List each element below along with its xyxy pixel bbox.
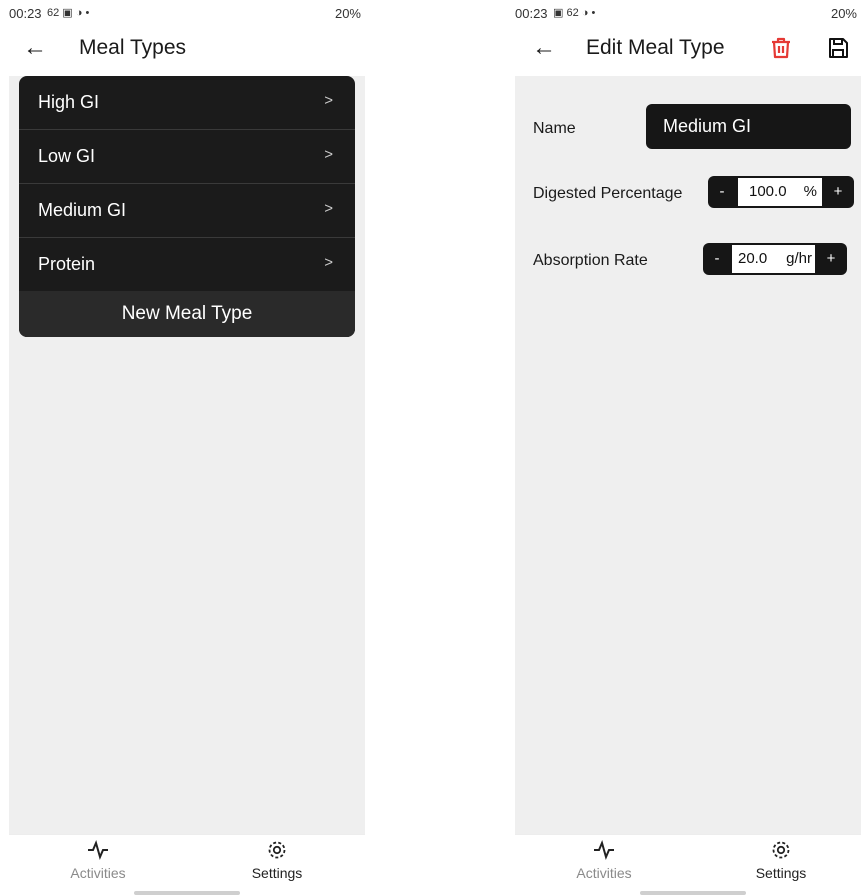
app-bar: ← Edit Meal Type — [515, 26, 861, 72]
gear-icon — [721, 839, 841, 863]
bottom-navigation: Activities Settings — [9, 834, 365, 895]
nav-activities[interactable]: Activities — [38, 835, 158, 881]
absorption-rate-value: 20.0 — [738, 250, 768, 267]
digested-increment-button[interactable]: + — [824, 176, 852, 208]
nav-settings[interactable]: Settings — [721, 835, 841, 881]
activity-pulse-icon — [544, 839, 664, 863]
absorption-rate-unit: g/hr — [786, 250, 812, 267]
back-arrow-icon[interactable]: ← — [23, 34, 47, 62]
save-floppy-icon[interactable] — [826, 36, 850, 65]
digested-decrement-button[interactable]: - — [708, 176, 736, 208]
nav-activities[interactable]: Activities — [544, 835, 664, 881]
absorption-rate-label: Absorption Rate — [533, 252, 648, 269]
list-item-protein[interactable]: Protein > — [19, 238, 355, 291]
digested-percentage-stepper: - 100.0 % + — [708, 176, 854, 208]
absorption-rate-field[interactable]: 20.0 g/hr — [732, 245, 815, 273]
nav-settings-label: Settings — [251, 865, 303, 881]
list-item-label: High GI — [38, 92, 100, 112]
nav-settings[interactable]: Settings — [217, 835, 337, 881]
list-item-medium-gi[interactable]: Medium GI > — [19, 184, 355, 238]
chevron-right-icon: > — [324, 254, 333, 271]
chevron-right-icon: > — [324, 200, 333, 217]
meal-types-screen: 00:23 62 ▣ ◑ • 20% ← Meal Types High GI … — [9, 0, 365, 895]
battery-level: 20% — [830, 6, 857, 21]
list-item-high-gi[interactable]: High GI > — [19, 76, 355, 130]
digested-percentage-value: 100.0 — [749, 183, 787, 200]
status-icons: ▣ 62 ◑ • — [553, 7, 596, 19]
status-icons: 62 ▣ ◑ • — [47, 7, 90, 19]
digested-percentage-label: Digested Percentage — [533, 185, 683, 202]
content-area: Name Medium GI Digested Percentage - 100… — [515, 76, 861, 835]
absorption-increment-button[interactable]: + — [817, 243, 845, 275]
name-input[interactable]: Medium GI — [646, 104, 851, 149]
battery-level: 20% — [334, 6, 361, 21]
status-time: 00:23 — [515, 6, 548, 21]
absorption-rate-stepper: - 20.0 g/hr + — [703, 243, 847, 275]
page-title: Meal Types — [79, 36, 186, 59]
back-arrow-icon[interactable]: ← — [532, 34, 556, 62]
list-item-label: Protein — [38, 254, 96, 274]
name-label: Name — [533, 120, 576, 137]
gear-icon — [217, 839, 337, 863]
status-time: 00:23 — [9, 6, 42, 21]
gesture-bar — [134, 891, 240, 895]
digested-percentage-unit: % — [803, 183, 817, 200]
content-area: High GI > Low GI > Medium GI > Protein >… — [9, 76, 365, 835]
list-item-low-gi[interactable]: Low GI > — [19, 130, 355, 184]
status-bar: 00:23 62 ▣ ◑ • 20% — [9, 0, 365, 26]
activity-pulse-icon — [38, 839, 158, 863]
gesture-bar — [640, 891, 746, 895]
meal-type-list: High GI > Low GI > Medium GI > Protein >… — [19, 76, 355, 337]
new-meal-type-button[interactable]: New Meal Type — [19, 291, 355, 337]
absorption-decrement-button[interactable]: - — [703, 243, 731, 275]
nav-activities-label: Activities — [70, 865, 126, 881]
edit-meal-type-screen: 00:23 ▣ 62 ◑ • 20% ← Edit Meal Type Name… — [515, 0, 861, 895]
list-item-label: Low GI — [38, 146, 96, 166]
chevron-right-icon: > — [324, 92, 333, 109]
nav-activities-label: Activities — [576, 865, 632, 881]
nav-settings-label: Settings — [755, 865, 807, 881]
page-title: Edit Meal Type — [586, 36, 725, 59]
status-bar: 00:23 ▣ 62 ◑ • 20% — [515, 0, 861, 26]
list-item-label: Medium GI — [38, 200, 127, 220]
bottom-navigation: Activities Settings — [515, 834, 861, 895]
digested-percentage-field[interactable]: 100.0 % — [738, 178, 822, 206]
app-bar: ← Meal Types — [9, 26, 365, 72]
chevron-right-icon: > — [324, 146, 333, 163]
delete-trash-icon[interactable] — [769, 36, 793, 65]
